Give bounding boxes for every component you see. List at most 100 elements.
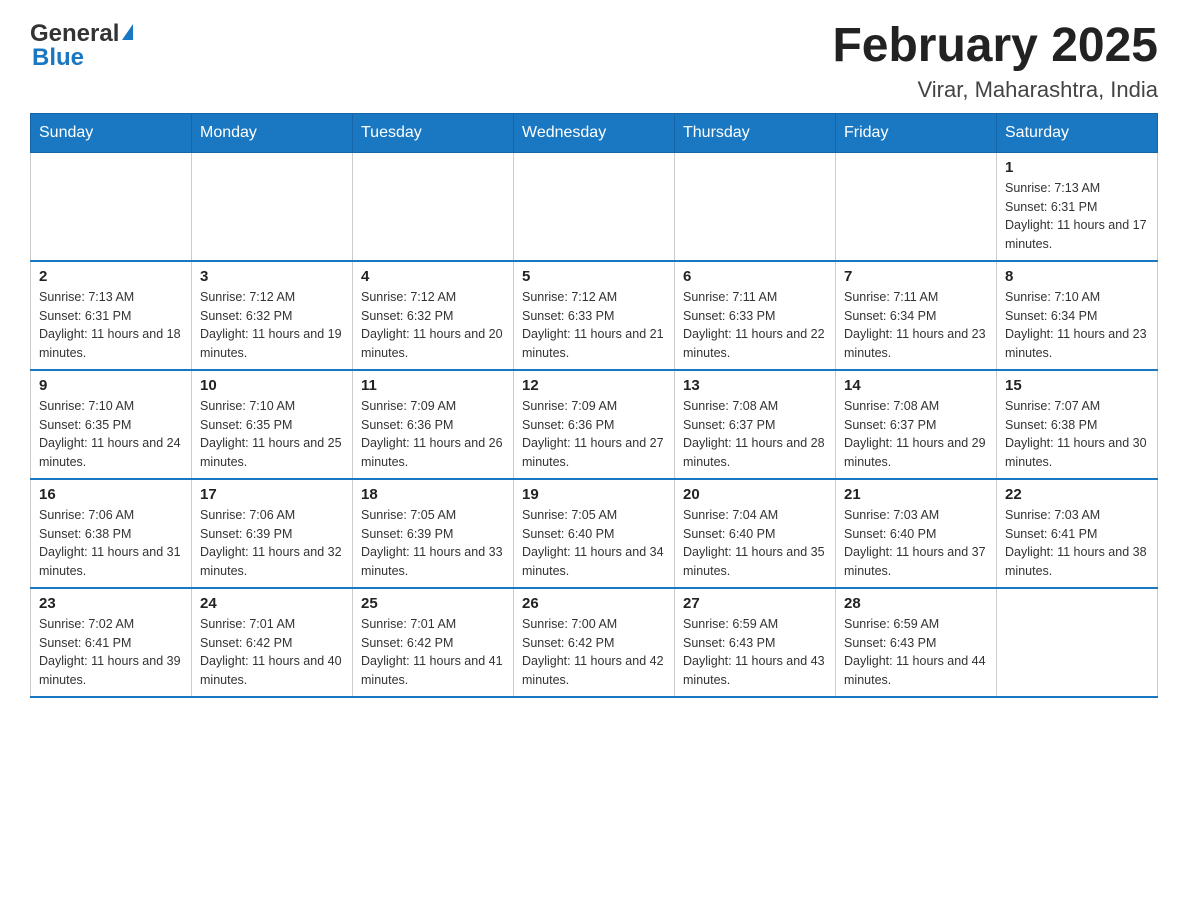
calendar-cell: 20 Sunrise: 7:04 AMSunset: 6:40 PMDayligh…	[675, 479, 836, 588]
day-info: Sunrise: 6:59 AMSunset: 6:43 PMDaylight:…	[844, 615, 988, 690]
calendar-cell	[31, 152, 192, 261]
weekday-header-saturday: Saturday	[997, 113, 1158, 152]
logo: General Blue	[30, 20, 133, 72]
day-info: Sunrise: 7:08 AMSunset: 6:37 PMDaylight:…	[683, 397, 827, 472]
calendar-cell: 2 Sunrise: 7:13 AMSunset: 6:31 PMDaylight…	[31, 261, 192, 370]
day-info: Sunrise: 7:01 AMSunset: 6:42 PMDaylight:…	[361, 615, 505, 690]
calendar-week-row: 16Sunrise: 7:06 AMSunset: 6:38 PMDayligh…	[31, 479, 1158, 588]
weekday-header-thursday: Thursday	[675, 113, 836, 152]
calendar-cell: 15Sunrise: 7:07 AMSunset: 6:38 PMDayligh…	[997, 370, 1158, 479]
calendar-cell	[353, 152, 514, 261]
day-number: 6	[683, 268, 827, 285]
day-number: 20	[683, 486, 827, 503]
logo-triangle-icon	[122, 24, 133, 40]
day-number: 13	[683, 377, 827, 394]
calendar-week-row: 9 Sunrise: 7:10 AMSunset: 6:35 PMDaylight…	[31, 370, 1158, 479]
calendar-cell: 1 Sunrise: 7:13 AMSunset: 6:31 PMDaylight…	[997, 152, 1158, 261]
day-number: 3	[200, 268, 344, 285]
day-number: 1	[1005, 159, 1149, 176]
calendar-cell: 10 Sunrise: 7:10 AMSunset: 6:35 PMDayligh…	[192, 370, 353, 479]
calendar-cell: 26Sunrise: 7:00 AMSunset: 6:42 PMDayligh…	[514, 588, 675, 697]
day-number: 11	[361, 377, 505, 394]
calendar-header: SundayMondayTuesdayWednesdayThursdayFrid…	[31, 113, 1158, 152]
day-info: Sunrise: 7:00 AMSunset: 6:42 PMDaylight:…	[522, 615, 666, 690]
day-info: Sunrise: 7:02 AMSunset: 6:41 PMDaylight:…	[39, 615, 183, 690]
day-number: 21	[844, 486, 988, 503]
day-number: 22	[1005, 486, 1149, 503]
day-number: 17	[200, 486, 344, 503]
page-header: General Blue February 2025 Virar, Mahara…	[30, 20, 1158, 103]
calendar-cell: 21 Sunrise: 7:03 AMSunset: 6:40 PMDayligh…	[836, 479, 997, 588]
day-number: 2	[39, 268, 183, 285]
day-number: 15	[1005, 377, 1149, 394]
calendar-title: February 2025	[832, 20, 1158, 73]
calendar-body: 1 Sunrise: 7:13 AMSunset: 6:31 PMDaylight…	[31, 152, 1158, 697]
day-number: 28	[844, 595, 988, 612]
weekday-header-sunday: Sunday	[31, 113, 192, 152]
day-info: Sunrise: 7:09 AMSunset: 6:36 PMDaylight:…	[522, 397, 666, 472]
calendar-cell: 27 Sunrise: 6:59 AMSunset: 6:43 PMDayligh…	[675, 588, 836, 697]
calendar-cell: 12 Sunrise: 7:09 AMSunset: 6:36 PMDayligh…	[514, 370, 675, 479]
calendar-week-row: 1 Sunrise: 7:13 AMSunset: 6:31 PMDaylight…	[31, 152, 1158, 261]
calendar-cell: 25 Sunrise: 7:01 AMSunset: 6:42 PMDayligh…	[353, 588, 514, 697]
calendar-cell: 16Sunrise: 7:06 AMSunset: 6:38 PMDayligh…	[31, 479, 192, 588]
calendar-cell: 9 Sunrise: 7:10 AMSunset: 6:35 PMDaylight…	[31, 370, 192, 479]
day-info: Sunrise: 7:06 AMSunset: 6:39 PMDaylight:…	[200, 506, 344, 581]
weekday-header-friday: Friday	[836, 113, 997, 152]
calendar-cell: 28 Sunrise: 6:59 AMSunset: 6:43 PMDayligh…	[836, 588, 997, 697]
calendar-cell	[836, 152, 997, 261]
calendar-table: SundayMondayTuesdayWednesdayThursdayFrid…	[30, 113, 1158, 698]
calendar-cell: 7Sunrise: 7:11 AMSunset: 6:34 PMDaylight…	[836, 261, 997, 370]
weekday-header-row: SundayMondayTuesdayWednesdayThursdayFrid…	[31, 113, 1158, 152]
day-info: Sunrise: 7:12 AMSunset: 6:32 PMDaylight:…	[200, 288, 344, 363]
day-info: Sunrise: 6:59 AMSunset: 6:43 PMDaylight:…	[683, 615, 827, 690]
calendar-cell: 6 Sunrise: 7:11 AMSunset: 6:33 PMDaylight…	[675, 261, 836, 370]
calendar-cell	[675, 152, 836, 261]
day-number: 16	[39, 486, 183, 503]
day-info: Sunrise: 7:03 AMSunset: 6:40 PMDaylight:…	[844, 506, 988, 581]
calendar-cell: 4 Sunrise: 7:12 AMSunset: 6:32 PMDaylight…	[353, 261, 514, 370]
weekday-header-tuesday: Tuesday	[353, 113, 514, 152]
day-info: Sunrise: 7:01 AMSunset: 6:42 PMDaylight:…	[200, 615, 344, 690]
calendar-week-row: 23 Sunrise: 7:02 AMSunset: 6:41 PMDayligh…	[31, 588, 1158, 697]
day-info: Sunrise: 7:08 AMSunset: 6:37 PMDaylight:…	[844, 397, 988, 472]
calendar-cell: 8Sunrise: 7:10 AMSunset: 6:34 PMDaylight…	[997, 261, 1158, 370]
day-info: Sunrise: 7:10 AMSunset: 6:35 PMDaylight:…	[39, 397, 183, 472]
day-number: 7	[844, 268, 988, 285]
calendar-cell: 3 Sunrise: 7:12 AMSunset: 6:32 PMDaylight…	[192, 261, 353, 370]
calendar-cell: 18Sunrise: 7:05 AMSunset: 6:39 PMDayligh…	[353, 479, 514, 588]
day-number: 4	[361, 268, 505, 285]
day-number: 24	[200, 595, 344, 612]
day-info: Sunrise: 7:13 AMSunset: 6:31 PMDaylight:…	[39, 288, 183, 363]
day-number: 23	[39, 595, 183, 612]
day-info: Sunrise: 7:12 AMSunset: 6:33 PMDaylight:…	[522, 288, 666, 363]
day-number: 25	[361, 595, 505, 612]
calendar-cell	[192, 152, 353, 261]
calendar-cell: 13 Sunrise: 7:08 AMSunset: 6:37 PMDayligh…	[675, 370, 836, 479]
day-info: Sunrise: 7:13 AMSunset: 6:31 PMDaylight:…	[1005, 179, 1149, 254]
day-number: 9	[39, 377, 183, 394]
weekday-header-monday: Monday	[192, 113, 353, 152]
calendar-cell: 24 Sunrise: 7:01 AMSunset: 6:42 PMDayligh…	[192, 588, 353, 697]
day-info: Sunrise: 7:11 AMSunset: 6:33 PMDaylight:…	[683, 288, 827, 363]
day-number: 19	[522, 486, 666, 503]
calendar-cell: 23 Sunrise: 7:02 AMSunset: 6:41 PMDayligh…	[31, 588, 192, 697]
weekday-header-wednesday: Wednesday	[514, 113, 675, 152]
calendar-cell	[514, 152, 675, 261]
day-number: 14	[844, 377, 988, 394]
calendar-cell: 11Sunrise: 7:09 AMSunset: 6:36 PMDayligh…	[353, 370, 514, 479]
logo-blue-text: Blue	[32, 44, 84, 72]
day-number: 5	[522, 268, 666, 285]
day-number: 27	[683, 595, 827, 612]
calendar-cell: 19Sunrise: 7:05 AMSunset: 6:40 PMDayligh…	[514, 479, 675, 588]
day-info: Sunrise: 7:10 AMSunset: 6:35 PMDaylight:…	[200, 397, 344, 472]
day-number: 8	[1005, 268, 1149, 285]
day-number: 12	[522, 377, 666, 394]
calendar-week-row: 2 Sunrise: 7:13 AMSunset: 6:31 PMDaylight…	[31, 261, 1158, 370]
calendar-subtitle: Virar, Maharashtra, India	[832, 77, 1158, 103]
calendar-cell: 17 Sunrise: 7:06 AMSunset: 6:39 PMDayligh…	[192, 479, 353, 588]
calendar-cell: 14 Sunrise: 7:08 AMSunset: 6:37 PMDayligh…	[836, 370, 997, 479]
day-number: 10	[200, 377, 344, 394]
day-info: Sunrise: 7:12 AMSunset: 6:32 PMDaylight:…	[361, 288, 505, 363]
day-info: Sunrise: 7:04 AMSunset: 6:40 PMDaylight:…	[683, 506, 827, 581]
